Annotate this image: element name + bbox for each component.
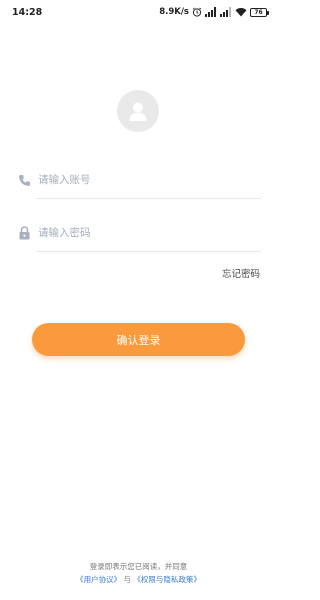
- password-input[interactable]: [38, 222, 238, 244]
- account-field[interactable]: [16, 163, 261, 197]
- status-time: 14:28: [12, 6, 43, 18]
- account-underline: [36, 198, 261, 199]
- status-indicators: 8.9K/s 76: [159, 7, 269, 17]
- wifi-icon: [235, 7, 247, 17]
- battery-icon: 76: [250, 7, 269, 17]
- phone-icon: [16, 172, 32, 188]
- account-input[interactable]: [38, 169, 238, 191]
- password-field[interactable]: [16, 216, 261, 250]
- forgot-password-link[interactable]: 忘记密码: [222, 266, 260, 280]
- agreement-conjunction: 与: [123, 575, 132, 584]
- battery-level: 76: [254, 8, 263, 16]
- privacy-policy-link[interactable]: 《权限与隐私政策》: [133, 575, 201, 584]
- status-bar: 14:28 8.9K/s 76: [0, 0, 277, 24]
- password-underline: [36, 251, 261, 252]
- avatar: [117, 90, 159, 132]
- agreement-text: 登录即表示您已阅读，并同意 《用户协议》 与 《权限与隐私政策》: [0, 560, 277, 586]
- user-icon: [129, 102, 147, 121]
- signal-icon: [205, 7, 217, 17]
- user-agreement-link[interactable]: 《用户协议》: [76, 575, 121, 584]
- signal-icon: [220, 7, 232, 17]
- agreement-prefix: 登录即表示您已阅读，并同意: [89, 562, 188, 571]
- alarm-icon: [192, 7, 202, 17]
- confirm-login-button[interactable]: 确认登录: [32, 323, 245, 356]
- agreement-links: 《用户协议》 与 《权限与隐私政策》: [0, 573, 277, 586]
- network-speed: 8.9K/s: [159, 7, 189, 17]
- lock-icon: [16, 225, 32, 241]
